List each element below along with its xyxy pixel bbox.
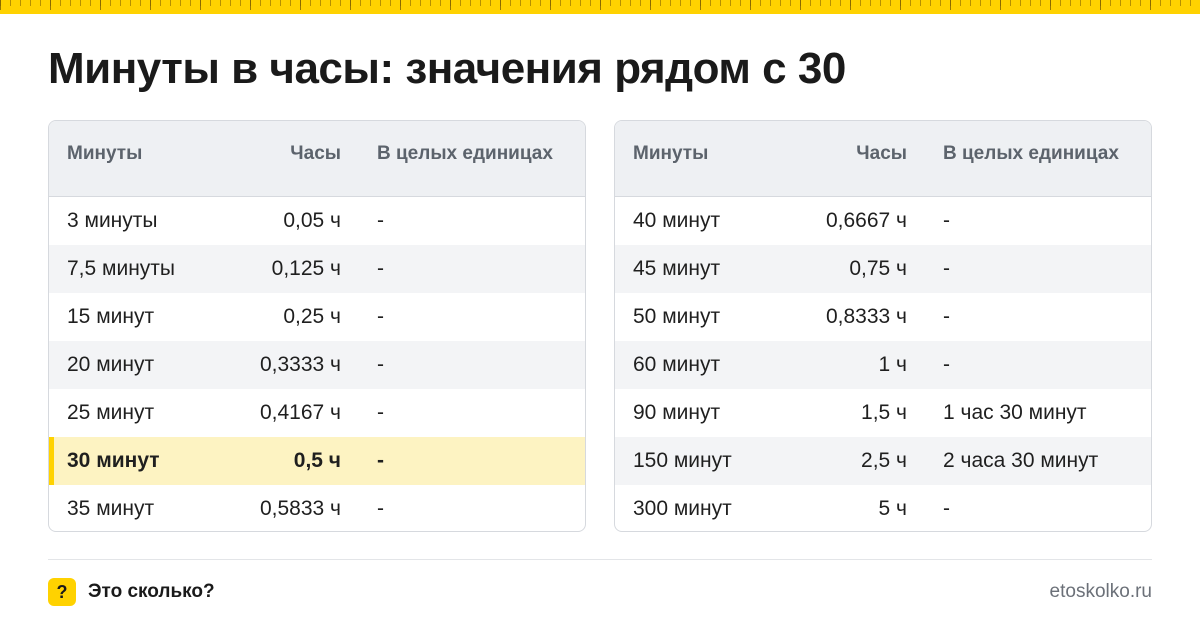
cell-whole: -	[377, 209, 384, 232]
table-header: Минуты Часы В целых единицах	[49, 121, 585, 197]
cell-hours: 1 ч	[878, 353, 907, 376]
cell-hours: 0,5 ч	[293, 449, 341, 472]
cell-hours: 0,25 ч	[283, 305, 341, 328]
cell-minutes: 60 минут	[633, 353, 721, 376]
cell-hours: 0,4167 ч	[259, 401, 341, 424]
cell-hours: 0,8333 ч	[825, 305, 907, 328]
question-mark-icon: ?	[48, 578, 76, 606]
cell-whole: -	[377, 497, 384, 520]
header-whole-units: В целых единицах	[943, 143, 1119, 164]
page-title: Минуты в часы: значения рядом с 30	[48, 44, 846, 93]
cell-minutes: 40 минут	[633, 209, 721, 232]
header-minutes: Минуты	[633, 143, 709, 164]
cell-hours: 0,125 ч	[271, 257, 341, 280]
table-header: Минуты Часы В целых единицах	[615, 121, 1151, 197]
table-row: 35 минут 0,5833 ч -	[49, 485, 585, 531]
table-row: 90 минут 1,5 ч 1 час 30 минут	[615, 389, 1151, 437]
cell-hours: 0,6667 ч	[825, 209, 907, 232]
table-row: 3 минуты 0,05 ч -	[49, 197, 585, 245]
cell-hours: 0,5833 ч	[259, 497, 341, 520]
cell-minutes: 35 минут	[67, 497, 155, 520]
footer-brand[interactable]: ? Это сколько?	[48, 578, 215, 606]
cell-minutes: 45 минут	[633, 257, 721, 280]
table-row: 40 минут 0,6667 ч -	[615, 197, 1151, 245]
table-row: 15 минут 0,25 ч -	[49, 293, 585, 341]
ruler-strip	[0, 0, 1200, 14]
cell-whole: -	[377, 449, 384, 472]
cell-whole: -	[377, 305, 384, 328]
table-row: 7,5 минуты 0,125 ч -	[49, 245, 585, 293]
cell-whole: -	[943, 497, 950, 520]
header-hours: Часы	[856, 143, 907, 164]
cell-minutes: 30 минут	[67, 449, 160, 472]
table-row: 60 минут 1 ч -	[615, 341, 1151, 389]
cell-hours: 0,05 ч	[283, 209, 341, 232]
cell-minutes: 15 минут	[67, 305, 155, 328]
cell-minutes: 7,5 минуты	[67, 257, 176, 280]
cell-whole: 2 часа 30 минут	[943, 449, 1099, 472]
cell-minutes: 25 минут	[67, 401, 155, 424]
cell-whole: -	[377, 257, 384, 280]
brand-name: Это сколько?	[88, 581, 215, 602]
header-whole-units: В целых единицах	[377, 143, 553, 164]
cell-whole: -	[377, 353, 384, 376]
right-table: Минуты Часы В целых единицах 40 минут 0,…	[614, 120, 1152, 532]
left-table: Минуты Часы В целых единицах 3 минуты 0,…	[48, 120, 586, 532]
cell-hours: 5 ч	[878, 497, 907, 520]
cell-minutes: 150 минут	[633, 449, 732, 472]
cell-hours: 1,5 ч	[861, 401, 907, 424]
cell-whole: -	[943, 209, 950, 232]
cell-minutes: 300 минут	[633, 497, 732, 520]
table-row: 20 минут 0,3333 ч -	[49, 341, 585, 389]
cell-hours: 0,75 ч	[849, 257, 907, 280]
cell-hours: 2,5 ч	[861, 449, 907, 472]
cell-whole: -	[943, 305, 950, 328]
cell-whole: -	[377, 401, 384, 424]
cell-whole: -	[943, 353, 950, 376]
cell-hours: 0,3333 ч	[259, 353, 341, 376]
table-row: 45 минут 0,75 ч -	[615, 245, 1151, 293]
cell-minutes: 50 минут	[633, 305, 721, 328]
table-row-highlighted: 30 минут 0,5 ч -	[49, 437, 585, 485]
header-hours: Часы	[290, 143, 341, 164]
site-link[interactable]: etoskolko.ru	[1050, 581, 1152, 603]
table-row: 50 минут 0,8333 ч -	[615, 293, 1151, 341]
cell-whole: 1 час 30 минут	[943, 401, 1087, 424]
table-row: 25 минут 0,4167 ч -	[49, 389, 585, 437]
cell-whole: -	[943, 257, 950, 280]
cell-minutes: 3 минуты	[67, 209, 158, 232]
cell-minutes: 20 минут	[67, 353, 155, 376]
table-row: 150 минут 2,5 ч 2 часа 30 минут	[615, 437, 1151, 485]
table-row: 300 минут 5 ч -	[615, 485, 1151, 531]
footer-divider	[48, 559, 1152, 560]
header-minutes: Минуты	[67, 143, 143, 164]
cell-minutes: 90 минут	[633, 401, 721, 424]
